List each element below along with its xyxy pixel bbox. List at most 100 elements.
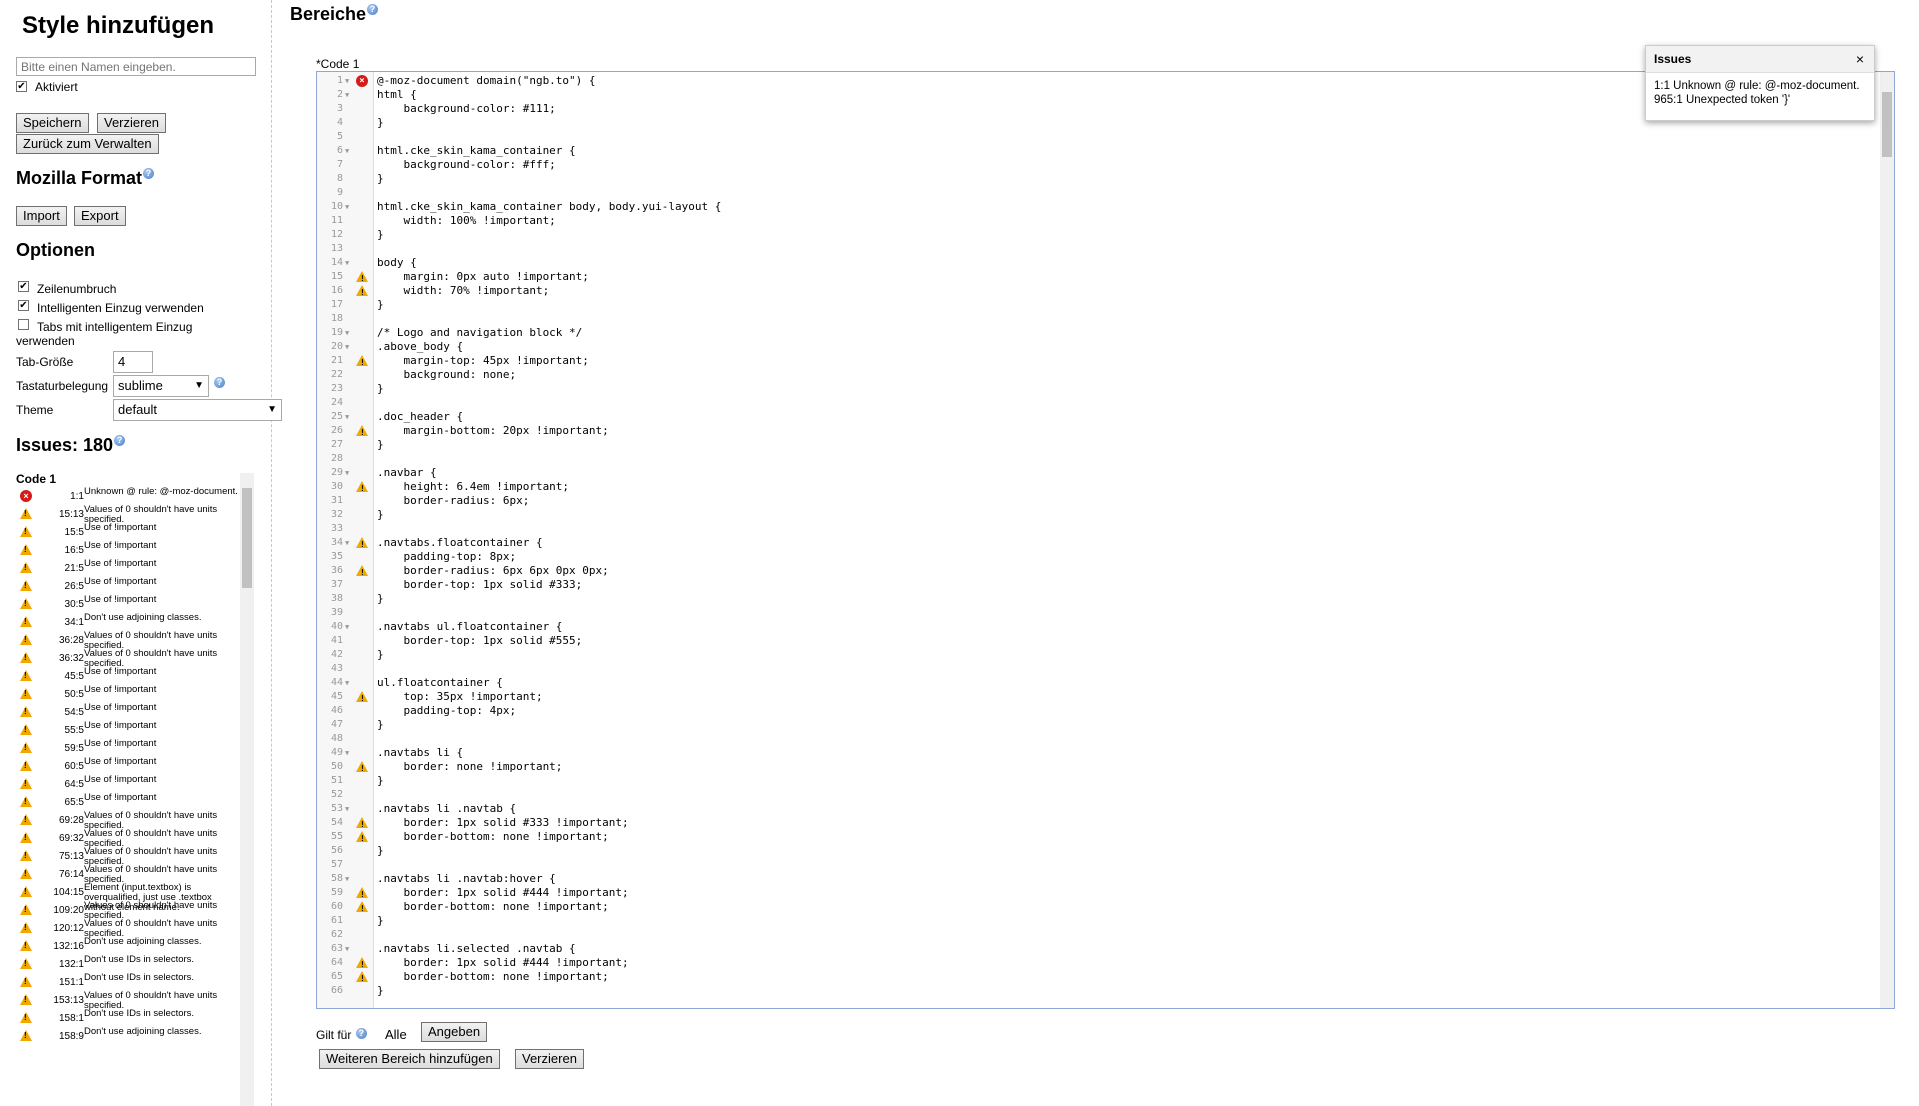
help-icon[interactable]: ? — [355, 1028, 367, 1039]
issue-row[interactable]: 132:16Don't use adjoining classes. — [16, 937, 256, 955]
code-line[interactable]: 57 — [317, 858, 1894, 872]
issue-row[interactable]: 36:32Values of 0 shouldn't have units sp… — [16, 649, 256, 669]
editor-scrollbar[interactable] — [1880, 72, 1894, 1008]
name-input[interactable] — [16, 57, 256, 76]
code-line[interactable]: 51} — [317, 774, 1894, 788]
help-icon[interactable]: ? — [367, 4, 379, 15]
warning-icon[interactable] — [356, 565, 368, 580]
fold-arrow-icon[interactable]: ▼ — [345, 802, 349, 816]
close-icon[interactable]: × — [1856, 46, 1864, 72]
code-line[interactable]: 55 border-bottom: none !important; — [317, 830, 1894, 846]
code-line[interactable]: 6 ▼ html.cke_skin_kama_container { — [317, 144, 1894, 158]
save-button[interactable]: Speichern — [16, 113, 89, 133]
scrollbar-thumb[interactable] — [1882, 92, 1892, 157]
fold-arrow-icon[interactable]: ▼ — [345, 340, 349, 354]
discard-button[interactable]: Verzieren — [97, 113, 166, 133]
issue-row[interactable]: 26:5Use of !important — [16, 577, 256, 595]
import-button[interactable]: Import — [16, 206, 67, 226]
warning-icon[interactable] — [356, 425, 368, 440]
code-line[interactable]: 52 — [317, 788, 1894, 802]
code-line[interactable]: 8} — [317, 172, 1894, 186]
code-line[interactable]: 7 background-color: #fff; — [317, 158, 1894, 172]
keymap-select[interactable]: sublime ▼ — [113, 375, 209, 397]
issue-row[interactable]: 50:5Use of !important — [16, 685, 256, 703]
code-editor[interactable]: 1 ▼ × @-moz-document domain("ngb.to") {2 ▼ ht… — [316, 71, 1895, 1009]
error-icon[interactable]: × — [356, 75, 368, 87]
fold-arrow-icon[interactable]: ▼ — [345, 326, 349, 340]
code-line[interactable]: 18 — [317, 312, 1894, 326]
issue-row[interactable]: 69:28Values of 0 shouldn't have units sp… — [16, 811, 256, 831]
issue-row[interactable]: 65:5Use of !important — [16, 793, 256, 811]
warning-icon[interactable] — [356, 887, 368, 902]
code-line[interactable]: 29 ▼ .navbar { — [317, 466, 1894, 480]
code-line[interactable]: 5 — [317, 130, 1894, 144]
code-line[interactable]: 27} — [317, 438, 1894, 452]
code-line[interactable]: 28 — [317, 452, 1894, 466]
code-line[interactable]: 64 border: 1px solid #444 !important; — [317, 956, 1894, 972]
scrollbar-thumb[interactable] — [242, 488, 252, 588]
code-line[interactable]: 17} — [317, 298, 1894, 312]
warning-icon[interactable] — [356, 761, 368, 776]
issue-row[interactable]: 34:1Don't use adjoining classes. — [16, 613, 256, 631]
fold-arrow-icon[interactable]: ▼ — [345, 536, 349, 550]
remove-section-button[interactable]: Verzieren — [515, 1049, 584, 1069]
code-line[interactable]: 63 ▼ .navtabs li.selected .navtab { — [317, 942, 1894, 956]
issue-row[interactable]: 60:5Use of !important — [16, 757, 256, 775]
code-line[interactable]: 25 ▼ .doc_header { — [317, 410, 1894, 424]
code-line[interactable]: 23} — [317, 382, 1894, 396]
code-line[interactable]: 26 margin-bottom: 20px !important; — [317, 424, 1894, 440]
code-line[interactable]: 46 padding-top: 4px; — [317, 704, 1894, 718]
code-line[interactable]: 49 ▼ .navtabs li { — [317, 746, 1894, 760]
code-line[interactable]: 21 margin-top: 45px !important; — [317, 354, 1894, 370]
issue-row[interactable]: 36:28Values of 0 shouldn't have units sp… — [16, 631, 256, 651]
issue-row[interactable]: 16:5Use of !important — [16, 541, 256, 559]
code-line[interactable]: 42} — [317, 648, 1894, 662]
issue-row[interactable]: 120:12Values of 0 shouldn't have units s… — [16, 919, 256, 939]
theme-select[interactable]: default ▼ — [113, 399, 282, 421]
code-line[interactable]: 10 ▼ html.cke_skin_kama_container body, bo… — [317, 200, 1894, 214]
fold-arrow-icon[interactable]: ▼ — [345, 256, 349, 270]
code-line[interactable]: 15 margin: 0px auto !important; — [317, 270, 1894, 286]
code-line[interactable]: 54 border: 1px solid #333 !important; — [317, 816, 1894, 832]
issue-row[interactable]: 158:9Don't use adjoining classes. — [16, 1027, 256, 1045]
warning-icon[interactable] — [356, 901, 368, 916]
wrap-checkbox[interactable]: ✔ — [18, 281, 29, 292]
code-line[interactable]: 44 ▼ ul.floatcontainer { — [317, 676, 1894, 690]
tab-size-input[interactable]: 4 — [113, 351, 153, 373]
warning-icon[interactable] — [356, 691, 368, 706]
code-line[interactable]: 58 ▼ .navtabs li .navtab:hover { — [317, 872, 1894, 886]
issue-row[interactable]: 21:5Use of !important — [16, 559, 256, 577]
code-line[interactable]: 65 border-bottom: none !important; — [317, 970, 1894, 986]
code-line[interactable]: 20 ▼ .above_body { — [317, 340, 1894, 354]
help-icon[interactable]: ? — [143, 168, 155, 179]
code-line[interactable]: 9 — [317, 186, 1894, 200]
keymap-help-icon[interactable]: ? — [214, 377, 225, 388]
code-line[interactable]: 32} — [317, 508, 1894, 522]
code-line[interactable]: 60 border-bottom: none !important; — [317, 900, 1894, 916]
fold-arrow-icon[interactable]: ▼ — [345, 466, 349, 480]
code-line[interactable]: 66} — [317, 984, 1894, 998]
code-line[interactable]: 45 top: 35px !important; — [317, 690, 1894, 706]
code-line[interactable]: 61} — [317, 914, 1894, 928]
warning-icon[interactable] — [356, 285, 368, 300]
issue-row[interactable]: 15:13Values of 0 shouldn't have units sp… — [16, 505, 256, 525]
issue-row[interactable]: 76:14Values of 0 shouldn't have units sp… — [16, 865, 256, 885]
warning-icon[interactable] — [356, 817, 368, 832]
issue-row[interactable]: 151:1Don't use IDs in selectors. — [16, 973, 256, 991]
fold-arrow-icon[interactable]: ▼ — [345, 746, 349, 760]
code-line[interactable]: 62 — [317, 928, 1894, 942]
fold-arrow-icon[interactable]: ▼ — [345, 88, 349, 102]
issue-row[interactable]: 55:5Use of !important — [16, 721, 256, 739]
issue-row[interactable]: × 1:1 Unknown @ rule: @-moz-document. — [16, 487, 256, 505]
issue-row[interactable]: 64:5Use of !important — [16, 775, 256, 793]
code-line[interactable]: 37 border-top: 1px solid #333; — [317, 578, 1894, 592]
warning-icon[interactable] — [356, 971, 368, 986]
tabs-smart-checkbox[interactable] — [18, 319, 29, 330]
code-line[interactable]: 13 — [317, 242, 1894, 256]
export-button[interactable]: Export — [74, 206, 126, 226]
code-line[interactable]: 56} — [317, 844, 1894, 858]
code-line[interactable]: 24 — [317, 396, 1894, 410]
code-line[interactable]: 11 width: 100% !important; — [317, 214, 1894, 228]
code-line[interactable]: 53 ▼ .navtabs li .navtab { — [317, 802, 1894, 816]
code-line[interactable]: 59 border: 1px solid #444 !important; — [317, 886, 1894, 902]
